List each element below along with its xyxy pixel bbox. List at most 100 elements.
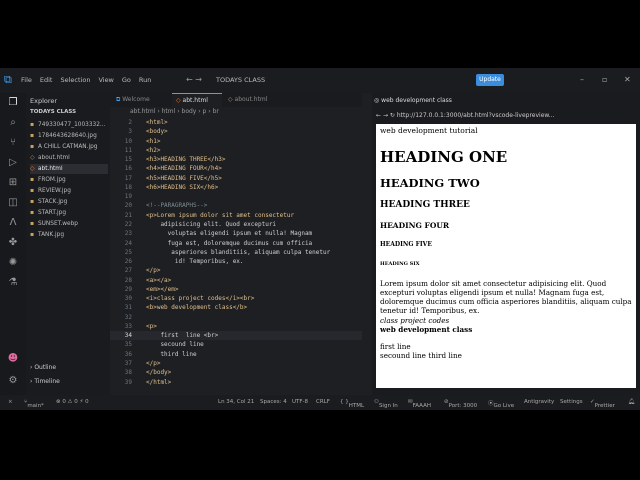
code-line[interactable]: 39 </html> [110,378,362,387]
menu-run[interactable]: Run [139,76,151,84]
account-icon[interactable]: ☻ [7,353,19,365]
code-line[interactable]: 30 <i>class project codes</i><br> [110,294,362,303]
language-mode[interactable]: { } HTML [340,399,364,409]
code-line[interactable]: 29 <em></em> [110,285,362,294]
run-debug-icon[interactable]: ▷ [7,157,19,169]
close-icon[interactable]: ✕ [624,75,631,84]
live-share-icon[interactable]: ✺ [7,257,19,269]
line-number: 26 [124,258,132,266]
file-item[interactable]: ▪ FROM.jpg [30,175,108,185]
testing-icon[interactable]: ⚗ [7,277,19,289]
code-line[interactable]: 10 <h1> [110,137,362,146]
code-line[interactable]: 19 [110,192,362,201]
tab-welcome[interactable]: ⧉ Welcome [112,93,172,107]
preview-paragraph: Lorem ipsum dolor sit amet consectetur a… [380,279,632,315]
python-icon[interactable]: ✤ [7,237,19,249]
line-number: 37 [124,360,132,368]
code-line[interactable]: 24 fuga est, doloremque ducimus cum offi… [110,239,362,248]
file-item[interactable]: ◇ about.html [30,153,108,163]
outline-panel-toggle[interactable]: › Outline [30,364,56,371]
timeline-panel-toggle[interactable]: › Timeline [30,378,60,385]
menu-view[interactable]: View [98,76,113,84]
back-arrow-icon[interactable]: ← [376,112,381,119]
encoding[interactable]: UTF-8 [292,399,308,405]
code-line[interactable]: 32 [110,313,362,322]
reload-icon[interactable]: ↻ [390,112,395,119]
go-live-button[interactable]: ⦿ Go Live [488,399,514,409]
menu-selection[interactable]: Selection [60,76,90,84]
file-item[interactable]: ▪ 1784643628640.jpg [30,131,108,141]
remote-icon[interactable]: ⨯ [8,399,13,405]
file-item[interactable]: ▪ TANK.jpg [30,230,108,240]
workspace-folder[interactable]: TODAYS CLASS [30,109,76,115]
end-of-line[interactable]: CRLF [316,399,330,405]
html-file-icon: ◇ [30,165,35,172]
file-item[interactable]: ▪ A CHILL CATMAN.jpg [30,142,108,152]
remote-explorer-icon[interactable]: ◫ [7,197,19,209]
branch-indicator[interactable]: ⑂ main* [24,399,44,409]
code-line[interactable]: 23 voluptas eligendi ipsum et nulla! Mag… [110,229,362,238]
code-line[interactable]: 33 <p> [110,322,362,331]
code-line[interactable]: 3 <body> [110,127,362,136]
file-item[interactable]: ▪ REVIEW.jpg [30,186,108,196]
source-control-icon[interactable]: ⑂ [7,137,19,149]
tab-about-html[interactable]: ◇ about.html [224,93,284,107]
indentation[interactable]: Spaces: 4 [260,399,287,405]
cursor-position[interactable]: Ln 34, Col 21 [218,399,254,405]
code-line[interactable]: 16 <h4>HEADING FOUR</h4> [110,164,362,173]
settings-status[interactable]: Settings [560,399,583,405]
menu-file[interactable]: File [21,76,32,84]
code-line[interactable]: 21 <p>Lorem ipsum dolor sit amet consecte… [110,211,362,220]
antigravity-icon[interactable]: Λ [7,217,19,229]
file-item[interactable]: ▪ STACK.jpg [30,197,108,207]
update-button[interactable]: Update [476,74,504,86]
prettier-status[interactable]: ✓ Prettier [590,399,615,409]
sign-in[interactable]: ⚇ Sign In [374,399,398,409]
maximize-icon[interactable]: ▫ [602,75,607,84]
file-item[interactable]: ▪ SUNSET.webp [30,219,108,229]
command-center[interactable]: TODAYS CLASS [216,76,265,84]
settings-gear-icon[interactable]: ⚙ [7,375,19,387]
file-item-selected[interactable]: ◇ abt.html [30,164,108,174]
file-item[interactable]: ▪ 749330477_1003332... [30,120,108,130]
menu-go[interactable]: Go [122,76,131,84]
code-line[interactable]: 27 </p> [110,266,362,275]
code-line[interactable]: 18 <h6>HEADING SIX</h6> [110,183,362,192]
notifications-icon[interactable]: 🔔︎ [628,399,635,405]
extensions-icon[interactable]: ⊞ [7,177,19,189]
code-line[interactable]: 2 <html> [110,118,362,127]
preview-tab[interactable]: ◎ web development class [374,95,452,107]
problems-indicator[interactable]: ⊗ 0 ⚠ 0 ⚡ 0 [56,399,89,405]
code-line[interactable]: 38 </body> [110,368,362,377]
forward-arrow-icon[interactable]: → [383,112,388,119]
code-line[interactable]: 26 id! Temporibus, ex. [110,257,362,266]
line-number: 18 [124,183,132,191]
code-line[interactable]: 35 secound line [110,340,362,349]
menu-edit[interactable]: Edit [40,76,53,84]
code-line[interactable]: 11 <h2> [110,146,362,155]
explorer-icon[interactable]: ❐ [7,97,19,109]
user-badge[interactable]: ✉ FAAAH [408,399,431,409]
tab-abt-html[interactable]: ◇ abt.html [172,93,222,107]
minimize-icon[interactable]: – [580,75,584,84]
code-line[interactable]: 36 third line [110,350,362,359]
breadcrumb[interactable]: abt.html › html › body › p › br [130,108,219,115]
nav-back-forward-icons[interactable]: ← → [186,75,202,84]
search-icon[interactable]: ⌕ [7,117,19,129]
file-item[interactable]: ▪ START.jpg [30,208,108,218]
code-line[interactable]: 28 <a></a> [110,276,362,285]
html-file-icon: ◇ [30,154,35,161]
server-port[interactable]: ⊘ Port: 3000 [444,399,477,409]
code-line[interactable]: 20 <!--PARAGRAPHS--> [110,201,362,210]
line-number: 24 [124,239,132,247]
image-file-icon: ▪ [30,187,35,194]
code-line[interactable]: 37 </p> [110,359,362,368]
code-line[interactable]: 31 <b>web development class</b> [110,303,362,312]
code-line[interactable]: 17 <h5>HEADING FIVE</h5> [110,174,362,183]
code-line[interactable]: 15 <h3>HEADING THREE</h3> [110,155,362,164]
code-line[interactable]: 34 first line <br> [110,331,362,341]
code-line[interactable]: 22 adipisicing elit. Quod excepturi [110,220,362,229]
antigravity-status[interactable]: Antigravity [524,399,554,405]
preview-url-bar[interactable]: ← → ↻ http://127.0.0.1:3000/abt.html?vsc… [376,111,555,121]
code-line[interactable]: 25 asperiores blanditiis, aliquam culpa … [110,248,362,257]
